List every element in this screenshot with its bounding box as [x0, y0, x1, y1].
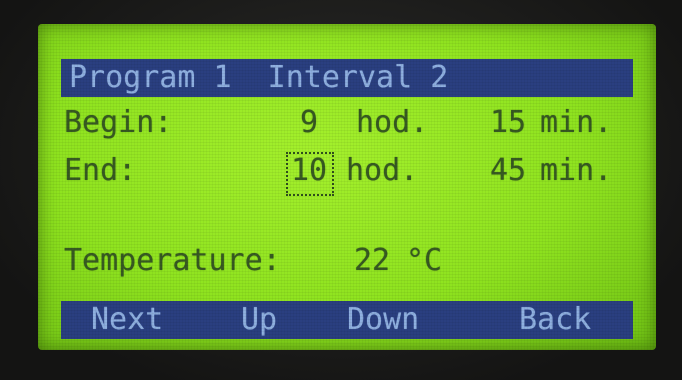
end-hours-value[interactable]: 10 [291, 152, 327, 190]
temperature-label: Temperature: [64, 243, 281, 278]
softkey-next[interactable]: Next [91, 301, 163, 339]
begin-hours-value[interactable]: 9 [300, 104, 318, 142]
begin-minutes-value[interactable]: 15 [490, 104, 526, 142]
lcd-screen: Program 1 Interval 2 Begin: 9 hod. 15 mi… [38, 24, 656, 350]
softkey-bar: Next Up Down Back [61, 301, 633, 339]
end-hours-unit: hod. [346, 153, 419, 188]
title-bar: Program 1 Interval 2 [61, 59, 633, 97]
device-bezel: Program 1 Interval 2 Begin: 9 hod. 15 mi… [0, 0, 682, 380]
softkey-back[interactable]: Back [519, 301, 591, 339]
screen-title: Program 1 Interval 2 [69, 60, 449, 95]
temperature-value[interactable]: 22 [354, 242, 390, 280]
begin-label: Begin: [64, 105, 173, 140]
begin-hours-unit: hod. [356, 105, 429, 140]
softkey-up[interactable]: Up [241, 301, 277, 339]
softkey-down[interactable]: Down [347, 301, 419, 339]
end-minutes-value[interactable]: 45 [490, 152, 526, 190]
temperature-unit: °C [406, 243, 443, 278]
begin-minutes-unit: min. [540, 105, 613, 140]
end-minutes-unit: min. [540, 153, 613, 188]
end-label: End: [64, 153, 137, 188]
